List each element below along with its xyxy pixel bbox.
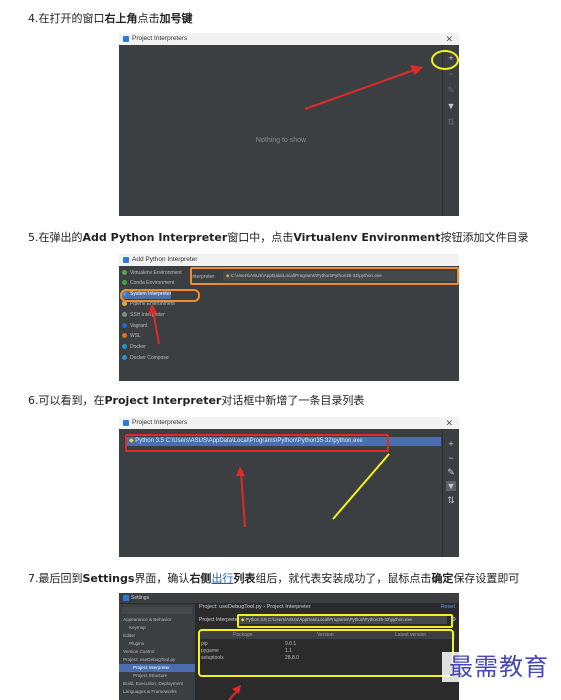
settings-window: Settings Appearance & Behavior Keymap Ed… (119, 593, 459, 700)
annotation-overlay (228, 685, 241, 700)
red-arrow-shaft (240, 472, 246, 528)
step-7-caption: 7.最后回到Settings界面，确认右侧出行列表组后，就代表安装成功了，鼠标点… (28, 572, 520, 585)
inline-link[interactable]: 出行 (211, 572, 233, 585)
yellow-line-annotation (332, 453, 390, 520)
project-interpreters-dialog-empty: Project Interpreters ✕ + − ✎ ▼ ⇅ Nothing… (119, 33, 459, 216)
annotation-overlay (148, 304, 160, 345)
project-interpreters-dialog-filled: Project Interpreters ✕ ◆ Python 3.5 C:\U… (119, 417, 459, 557)
red-arrow-head (236, 466, 245, 476)
red-arrow-shaft (304, 68, 418, 110)
add-python-interpreter-dialog: Add Python Interpreter Virtualenv Enviro… (119, 254, 459, 381)
red-arrow-shaft (228, 690, 238, 700)
watermark-logo: 最需教育 (442, 652, 556, 682)
annotation-overlay (304, 50, 459, 110)
red-arrow-shaft (152, 309, 160, 345)
red-arrow-head (148, 304, 157, 314)
yellow-circle-annotation (431, 50, 459, 70)
step-5-caption: 5.在弹出的Add Python Interpreter窗口中，点击Virtua… (28, 231, 529, 244)
step-4-caption: 4.在打开的窗口右上角点击加号键 (28, 12, 193, 25)
step-6-caption: 6.可以看到，在Project Interpreter对话框中新增了一条目录列表 (28, 394, 365, 407)
annotation-overlay (236, 453, 390, 528)
